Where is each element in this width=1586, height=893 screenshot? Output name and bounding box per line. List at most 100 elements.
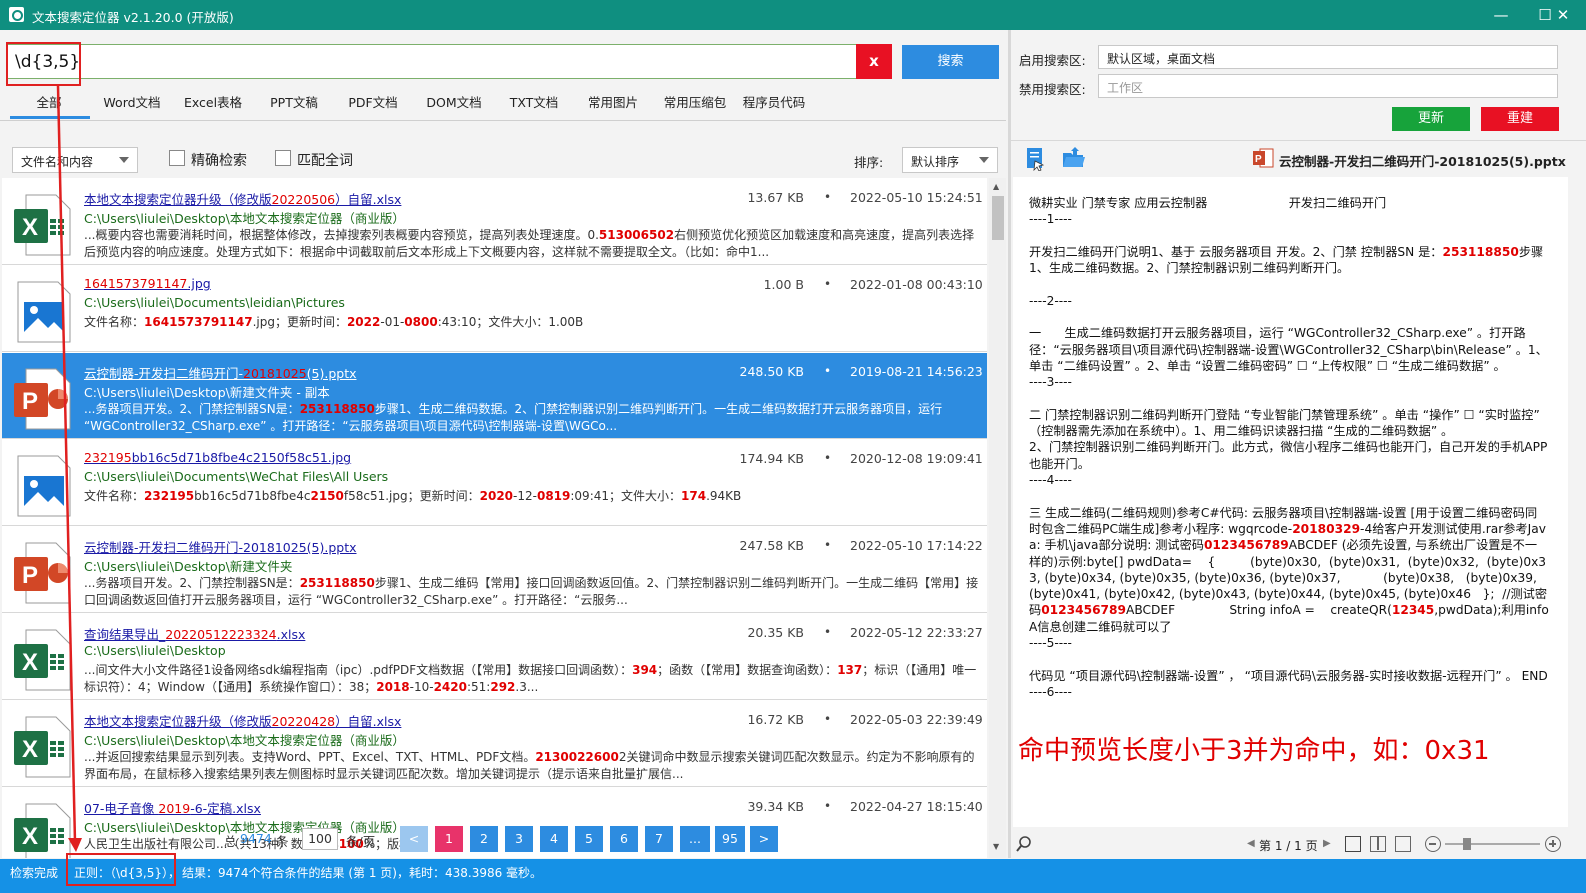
prev-page-icon[interactable]: ◀ bbox=[1247, 838, 1255, 849]
search-scope-select[interactable]: 文件名和内容 bbox=[12, 147, 138, 173]
result-row[interactable]: X 查询结果导出_20220512223324.xlsx C:\Users\liul… bbox=[2, 614, 987, 700]
result-row[interactable]: X 本地文本搜索定位器升级（修改版20220428）自留.xlsx C:\Users… bbox=[2, 701, 987, 787]
result-file-name[interactable]: 云控制器-开发扫二维码开门-20181025(5).pptx bbox=[84, 537, 357, 556]
result-snippet: 文件名称：232195bb16c5d71b8fbe4c2150f58c51.jp… bbox=[84, 489, 742, 503]
hit-highlight: 1641573791147 bbox=[144, 315, 253, 329]
results-list[interactable]: X 本地文本搜索定位器升级（修改版20220506）自留.xlsx C:\Users… bbox=[2, 178, 987, 858]
tab-7[interactable]: 常用图片 bbox=[587, 94, 639, 118]
page-...-button[interactable]: ... bbox=[680, 826, 710, 852]
result-file-name[interactable]: 查询结果导出_20220512223324.xlsx bbox=[84, 624, 305, 643]
image-file-icon bbox=[12, 280, 74, 344]
next-page-button[interactable]: > bbox=[750, 826, 778, 852]
scroll-up-icon[interactable]: ▲ bbox=[993, 182, 999, 191]
tab-0[interactable]: 全部 bbox=[34, 94, 64, 118]
page-1-button[interactable]: 1 bbox=[435, 826, 463, 852]
excel-file-icon: X bbox=[12, 193, 74, 257]
page-size-label: 条/页 bbox=[346, 834, 376, 849]
tab-8[interactable]: 常用压缩包 bbox=[661, 94, 729, 118]
zoom-slider[interactable] bbox=[1445, 843, 1540, 845]
single-page-view-icon[interactable] bbox=[1345, 836, 1361, 852]
hit-highlight: 232195 bbox=[144, 489, 195, 503]
page-7-button[interactable]: 7 bbox=[645, 826, 673, 852]
tab-6[interactable]: TXT文档 bbox=[508, 94, 560, 118]
page-95-button[interactable]: 95 bbox=[715, 826, 745, 852]
tab-divider bbox=[0, 120, 1006, 121]
result-file-path: C:\Users\liulei\Desktop\本地文本搜索定位器（商业版） bbox=[84, 733, 405, 748]
result-row[interactable]: X 本地文本搜索定位器升级（修改版20220506）自留.xlsx C:\Users… bbox=[2, 179, 987, 265]
tab-5[interactable]: DOM文档 bbox=[423, 94, 485, 118]
page-6-button[interactable]: 6 bbox=[610, 826, 638, 852]
folder-open-icon[interactable] bbox=[1061, 147, 1087, 169]
page-2-button[interactable]: 2 bbox=[470, 826, 498, 852]
result-file-size: 39.34 KB bbox=[747, 799, 804, 814]
exact-search-checkbox[interactable] bbox=[169, 150, 185, 166]
result-file-path: C:\Users\liulei\Desktop\新建文件夹 - 副本 bbox=[84, 385, 330, 400]
result-file-name[interactable]: 1641573791147.jpg bbox=[84, 276, 211, 291]
search-button[interactable]: 搜索 bbox=[902, 45, 999, 79]
svg-text:P: P bbox=[22, 388, 38, 415]
magnifier-icon[interactable] bbox=[1015, 835, 1033, 853]
name-hit: 1641573791147 bbox=[84, 276, 188, 291]
result-file-name[interactable]: 232195bb16c5d71b8fbe4c2150f58c51.jpg bbox=[84, 450, 351, 465]
zoom-in-icon[interactable] bbox=[1545, 836, 1561, 852]
disable-scope-label: 禁用搜索区: bbox=[1019, 82, 1086, 97]
result-file-date: 2022-05-03 22:39:49 bbox=[850, 712, 983, 727]
result-row[interactable]: 232195bb16c5d71b8fbe4c2150f58c51.jpg C:\U… bbox=[2, 440, 987, 526]
result-file-name[interactable]: 云控制器-开发扫二维码开门-20181025(5).pptx bbox=[84, 363, 357, 382]
next-page-icon[interactable]: ▶ bbox=[1323, 838, 1331, 849]
results-scroll-thumb[interactable] bbox=[992, 196, 1004, 240]
tab-3[interactable]: PPT文稿 bbox=[268, 94, 320, 118]
tab-4[interactable]: PDF文档 bbox=[347, 94, 399, 118]
hit-highlight: 0123456789 bbox=[1041, 603, 1126, 618]
result-row[interactable]: P 云控制器-开发扫二维码开门-20181025(5).pptx C:\Users\… bbox=[2, 353, 987, 439]
result-dot: • bbox=[824, 799, 832, 813]
rebuild-index-button[interactable]: 重建 bbox=[1481, 107, 1559, 131]
page-4-button[interactable]: 4 bbox=[540, 826, 568, 852]
pager-total-suffix: 条 bbox=[276, 834, 289, 849]
enable-scope-input[interactable]: 默认区域，桌面文档 bbox=[1098, 45, 1558, 69]
result-row[interactable]: P 云控制器-开发扫二维码开门-20181025(5).pptx C:\Users\… bbox=[2, 527, 987, 613]
tab-1[interactable]: Word文档 bbox=[101, 94, 163, 118]
name-hit: 20220428 bbox=[271, 714, 336, 729]
result-file-name[interactable]: 本地文本搜索定位器升级（修改版20220428）自留.xlsx bbox=[84, 711, 401, 730]
image-file-icon bbox=[12, 454, 74, 518]
hit-highlight: 292 bbox=[490, 680, 516, 694]
svg-text:X: X bbox=[22, 736, 38, 763]
hit-highlight: 394 bbox=[632, 663, 658, 677]
page-size-input[interactable]: 100 bbox=[302, 828, 338, 850]
book-view-icon[interactable] bbox=[1395, 836, 1411, 852]
tab-9[interactable]: 程序员代码 bbox=[741, 94, 807, 118]
close-window-button[interactable]: ✕ bbox=[1540, 0, 1586, 30]
sort-select[interactable]: 默认排序 bbox=[902, 147, 998, 173]
exact-search-label: 精确检索 bbox=[191, 153, 247, 169]
zoom-out-icon[interactable] bbox=[1425, 836, 1441, 852]
annotation-text: 命中预览长度小于3并为命中，如：0x31 bbox=[1018, 736, 1490, 766]
search-input[interactable] bbox=[6, 44, 857, 79]
hit-highlight: 137 bbox=[837, 663, 863, 677]
whole-word-checkbox[interactable] bbox=[275, 150, 291, 166]
file-list-icon[interactable] bbox=[1024, 147, 1046, 172]
hit-highlight: 2022 bbox=[346, 315, 381, 329]
sort-label: 排序: bbox=[854, 155, 884, 170]
disable-scope-input[interactable]: 工作区 bbox=[1098, 74, 1558, 98]
results-scrollbar[interactable]: ▲ ▼ bbox=[989, 178, 1006, 858]
pane-splitter[interactable] bbox=[1008, 30, 1011, 858]
result-file-path: C:\Users\liulei\Desktop bbox=[84, 643, 226, 658]
page-3-button[interactable]: 3 bbox=[505, 826, 533, 852]
result-row[interactable]: 1641573791147.jpg C:\Users\liulei\Documen… bbox=[2, 266, 987, 352]
prev-page-button[interactable]: < bbox=[400, 826, 428, 852]
result-file-size: 248.50 KB bbox=[739, 364, 804, 379]
result-file-name[interactable]: 07-电子音像 2019-6-定稿.xlsx bbox=[84, 798, 261, 817]
scroll-down-icon[interactable]: ▼ bbox=[993, 842, 999, 851]
result-file-name[interactable]: 本地文本搜索定位器升级（修改版20220506）自留.xlsx bbox=[84, 189, 401, 208]
result-dot: • bbox=[824, 538, 832, 552]
right-divider bbox=[1011, 140, 1586, 141]
clear-search-button[interactable]: x bbox=[856, 44, 892, 79]
result-file-size: 1.00 B bbox=[763, 277, 804, 292]
pager-total-prefix: 总 bbox=[224, 834, 237, 849]
two-page-view-icon[interactable] bbox=[1370, 836, 1386, 852]
zoom-slider-thumb[interactable] bbox=[1463, 838, 1471, 850]
update-index-button[interactable]: 更新 bbox=[1392, 107, 1470, 131]
page-5-button[interactable]: 5 bbox=[575, 826, 603, 852]
tab-2[interactable]: Excel表格 bbox=[183, 94, 243, 118]
